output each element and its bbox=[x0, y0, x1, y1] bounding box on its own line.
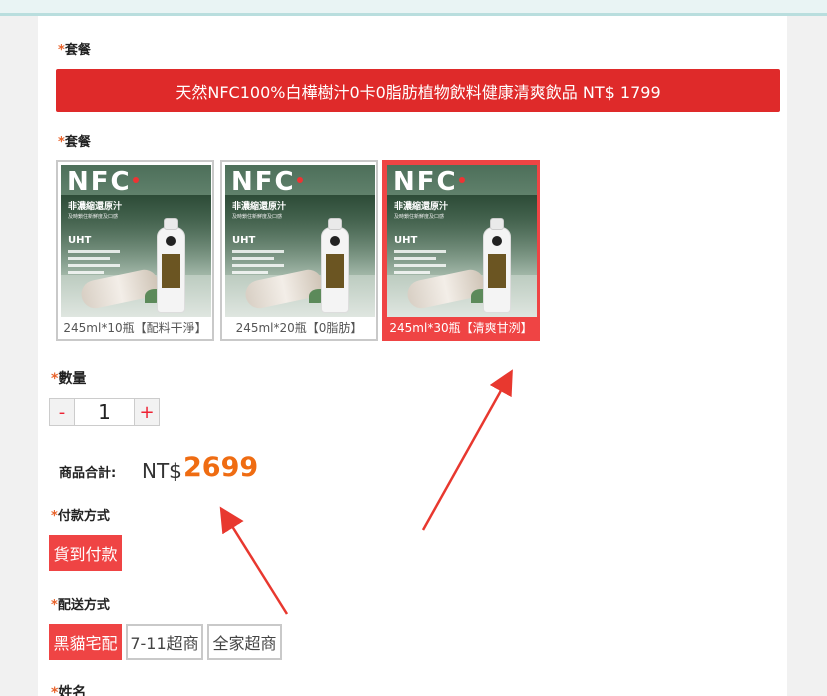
package-option-30[interactable]: NFC 非濃縮還原汁 及時鎖住新鮮度及口感 UHT 245ml*30瓶【清爽甘洌… bbox=[382, 160, 540, 341]
total-label: 商品合計: bbox=[59, 466, 117, 481]
total-currency: NT$ bbox=[142, 459, 182, 483]
quantity-increase-button[interactable]: + bbox=[134, 398, 160, 426]
shipping-option-711[interactable]: 7-11超商 bbox=[126, 624, 203, 660]
package-option-10[interactable]: NFC 非濃縮還原汁 及時鎖住新鮮度及口感 UHT 245ml*10瓶【配料干淨… bbox=[56, 160, 214, 341]
package-option-label: 245ml*20瓶【0脂肪】 bbox=[235, 321, 363, 335]
product-image: NFC 非濃縮還原汁 及時鎖住新鮮度及口感 UHT bbox=[61, 165, 211, 317]
package-label: *套餐 bbox=[58, 43, 91, 58]
bottle-icon bbox=[321, 218, 349, 313]
payment-label: *付款方式 bbox=[51, 509, 110, 524]
bottle-icon bbox=[483, 218, 511, 313]
product-image: NFC 非濃縮還原汁 及時鎖住新鮮度及口感 UHT bbox=[225, 165, 375, 317]
package-option-label: 245ml*30瓶【清爽甘洌】 bbox=[389, 321, 533, 335]
shipping-option-familymart[interactable]: 全家超商 bbox=[207, 624, 282, 660]
quantity-decrease-button[interactable]: - bbox=[49, 398, 75, 426]
order-form-panel bbox=[38, 16, 787, 696]
package-options-label: *套餐 bbox=[58, 135, 91, 150]
product-image: NFC 非濃縮還原汁 及時鎖住新鮮度及口感 UHT bbox=[387, 165, 537, 317]
package-option-20[interactable]: NFC 非濃縮還原汁 及時鎖住新鮮度及口感 UHT 245ml*20瓶【0脂肪】 bbox=[220, 160, 378, 341]
shipping-label: *配送方式 bbox=[51, 598, 110, 613]
total-amount: 2699 bbox=[183, 452, 259, 483]
bottle-icon bbox=[157, 218, 185, 313]
shipping-option-blackcat[interactable]: 黑貓宅配 bbox=[49, 624, 122, 660]
quantity-stepper: - 1 + bbox=[49, 398, 160, 426]
quantity-label: *數量 bbox=[51, 371, 87, 387]
package-option-label: 245ml*10瓶【配料干淨】 bbox=[63, 321, 207, 335]
name-label: *姓名 bbox=[51, 685, 87, 696]
payment-option-cod[interactable]: 貨到付款 bbox=[49, 535, 122, 571]
top-bar bbox=[0, 0, 827, 16]
package-banner-button[interactable]: 天然NFC100%白樺樹汁0卡0脂肪植物飲料健康清爽飲品 NT$ 1799 bbox=[56, 69, 780, 112]
quantity-input[interactable]: 1 bbox=[75, 398, 134, 426]
